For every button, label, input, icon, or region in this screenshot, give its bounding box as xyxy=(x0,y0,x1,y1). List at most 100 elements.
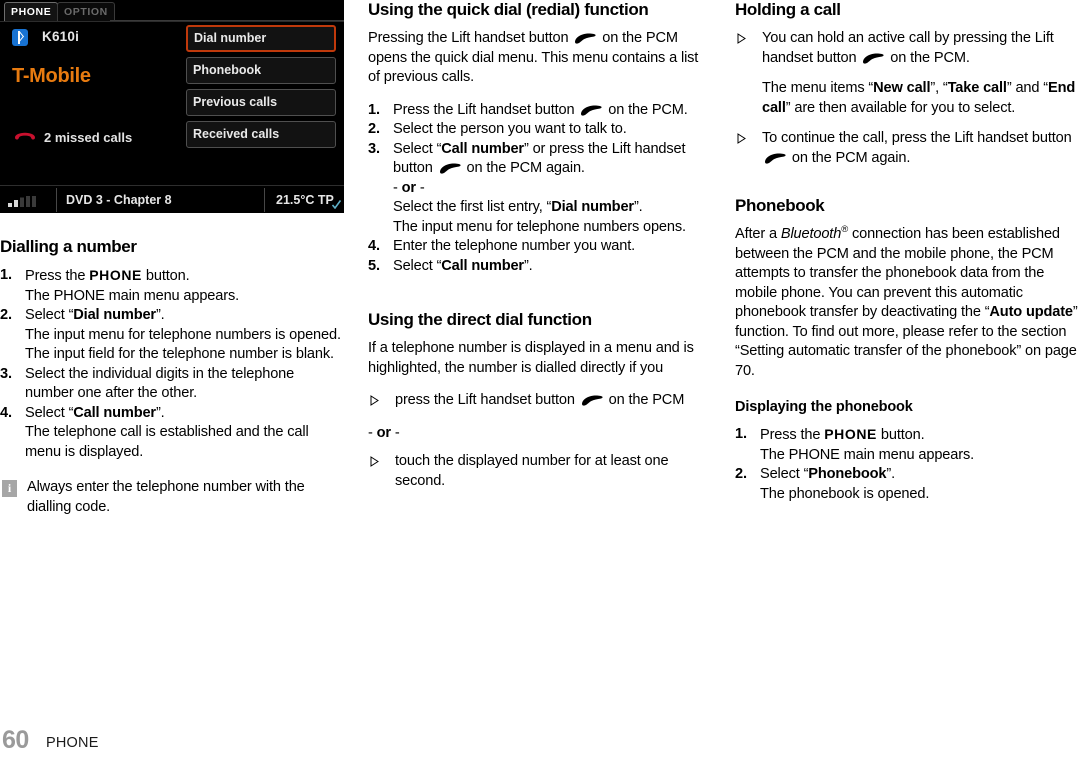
step-1: 1. Press the Lift handset button on the … xyxy=(368,101,712,121)
bluetooth-icon xyxy=(12,29,28,46)
pcm-status-temperature: 21.5°C TP xyxy=(276,193,334,207)
section-quick-dial: Using the quick dial (redial) function P… xyxy=(368,0,712,276)
para-part-a: After a xyxy=(735,226,781,242)
step-number: 2. xyxy=(735,466,747,482)
step-text-after: ”. xyxy=(523,257,533,274)
heading-phonebook: Phonebook xyxy=(735,196,825,215)
bullet-text-after: on the PCM again. xyxy=(791,149,911,166)
pcm-menu-item-received-calls[interactable]: Received calls xyxy=(186,121,336,148)
phone-button-label: PHONE xyxy=(89,267,142,283)
step-text: Press the Lift handset button xyxy=(393,101,575,118)
note-box: i Always enter the telephone number with… xyxy=(0,478,344,517)
section-holding-a-call: Holding a call You can hold an active ca… xyxy=(735,0,1081,168)
step-text: Select “ xyxy=(393,257,442,274)
step-4: 4. Select “Call number”. The telephone c… xyxy=(0,404,344,463)
note-part-b: ”, “ xyxy=(930,80,948,96)
step-2: 2. Select the person you want to talk to… xyxy=(368,120,712,140)
or-separator: - or - xyxy=(368,424,400,441)
step-number: 2. xyxy=(368,121,380,137)
lift-handset-icon xyxy=(575,33,596,44)
step-substring: The PHONE main menu appears. xyxy=(25,287,239,304)
column-right: Holding a call You can hold an active ca… xyxy=(735,0,1081,517)
lift-handset-icon xyxy=(581,395,603,406)
triangle-bullet-icon xyxy=(370,395,379,406)
bullet-text: press the Lift handset button xyxy=(395,392,575,408)
quick-dial-intro: Pressing the Lift handset button on the … xyxy=(368,29,712,88)
pcm-menu-item-dial-number[interactable]: Dial number xyxy=(186,25,336,52)
step-text: Select the person you want to talk to. xyxy=(393,121,627,137)
step-number: 1. xyxy=(0,267,12,283)
step-text: Press the xyxy=(760,427,825,443)
page-number: 60 xyxy=(2,726,29,754)
pcm-status-bar: DVD 3 - Chapter 8 21.5°C TP xyxy=(0,185,344,213)
info-icon: i xyxy=(2,480,17,497)
pcm-screenshot: PHONE OPTION K610i T-Mobile 2 missed cal… xyxy=(0,0,344,213)
note-part-c: ” and “ xyxy=(1006,80,1048,96)
manual-page: PHONE OPTION K610i T-Mobile 2 missed cal… xyxy=(0,0,1081,757)
triangle-bullet-icon xyxy=(737,33,746,44)
ui-label: Call number xyxy=(441,140,524,157)
holding-menu-items-note: The menu items “New call”, “Take call” a… xyxy=(762,79,1081,118)
pcm-tab-phone[interactable]: PHONE xyxy=(4,2,59,21)
lift-handset-icon xyxy=(764,152,786,164)
step-1: 1. Press the PHONE button. The PHONE mai… xyxy=(0,266,344,306)
heading-holding-a-call: Holding a call xyxy=(735,0,841,19)
bullet-item: To continue the call, press the Lift han… xyxy=(735,129,1081,168)
quick-dial-intro-a: Pressing the Lift handset button xyxy=(368,30,569,46)
list-direct-dial-bullets-2: touch the displayed number for at least … xyxy=(368,452,712,491)
step-text-after: button. xyxy=(877,427,925,443)
pcm-menu-item-previous-calls[interactable]: Previous calls xyxy=(186,89,336,116)
step-substring: The PHONE main menu appears. xyxy=(760,446,974,463)
step-2: 2. Select “Phonebook”. The phonebook is … xyxy=(735,465,1081,504)
ui-label: Dial number xyxy=(73,307,156,323)
step-number: 4. xyxy=(0,404,12,421)
lift-handset-icon xyxy=(863,52,884,64)
step-text-after: ”. xyxy=(155,307,165,323)
pcm-status-divider-2 xyxy=(264,188,265,212)
heading-displaying-phonebook: Displaying the phonebook xyxy=(735,399,913,415)
step-text-after: button. xyxy=(142,268,190,284)
step-number: 1. xyxy=(368,101,380,118)
step-3: 3. Select the individual digits in the t… xyxy=(0,365,344,404)
bullet-item: You can hold an active call by pressing … xyxy=(735,29,1081,118)
pcm-tab-option[interactable]: OPTION xyxy=(57,2,115,21)
step-number: 3. xyxy=(0,365,12,382)
step-text-after: on the PCM. xyxy=(608,101,688,118)
lift-handset-icon xyxy=(581,104,602,116)
column-middle: Using the quick dial (redial) function P… xyxy=(368,0,712,504)
step-number: 4. xyxy=(368,238,380,254)
phonebook-paragraph: After a Bluetooth® connection has been e… xyxy=(735,225,1081,381)
ui-label: Dial number xyxy=(551,199,634,215)
step-text-after: ”. xyxy=(155,404,165,421)
pcm-menu-item-phonebook[interactable]: Phonebook xyxy=(186,57,336,84)
step-substring: The phonebook is opened. xyxy=(760,485,930,502)
heading-quick-dial: Using the quick dial (redial) function xyxy=(368,0,649,19)
ui-label: Phonebook xyxy=(808,466,887,482)
tp-checkmark-icon xyxy=(332,200,341,209)
note-part-d: ” are then available for you to select. xyxy=(785,99,1016,116)
step-1: 1. Press the PHONE button. The PHONE mai… xyxy=(735,425,1081,465)
ui-label-take-call: Take call xyxy=(947,80,1007,96)
column-left: PHONE OPTION K610i T-Mobile 2 missed cal… xyxy=(0,0,344,517)
bullet-text: touch the displayed number for at least … xyxy=(395,453,669,489)
step-2: 2. Select “Dial number”. The input menu … xyxy=(0,306,344,365)
list-holding-bullets: You can hold an active call by pressing … xyxy=(735,29,1081,168)
step-substring: The input menu for telephone numbers is … xyxy=(25,326,341,363)
bluetooth-word: Bluetooth xyxy=(780,226,842,242)
step-text: Select the individual digits in the tele… xyxy=(25,365,295,402)
pcm-menu-list: Dial number Phonebook Previous calls Rec… xyxy=(186,25,336,153)
heading-direct-dial: Using the direct dial function xyxy=(368,310,592,329)
ui-label-auto-update: Auto update xyxy=(989,304,1073,320)
pcm-carrier-name: T-Mobile xyxy=(12,65,91,87)
bullet-text: To continue the call, press the Lift han… xyxy=(762,130,1072,146)
step-text: Press the xyxy=(25,268,90,284)
step-number: 3. xyxy=(368,140,380,157)
bullet-item: press the Lift handset button on the PCM xyxy=(368,391,712,411)
bullet-item: touch the displayed number for at least … xyxy=(368,452,712,491)
triangle-bullet-icon xyxy=(737,133,746,144)
list-direct-dial-bullets: press the Lift handset button on the PCM xyxy=(368,391,712,411)
step-alt-a: Select the first list entry, “ xyxy=(393,199,552,215)
page-footer: 60 PHONE xyxy=(0,723,1081,757)
pcm-tab-bar: PHONE OPTION xyxy=(0,0,344,22)
footer-chapter-label: PHONE xyxy=(46,735,99,751)
